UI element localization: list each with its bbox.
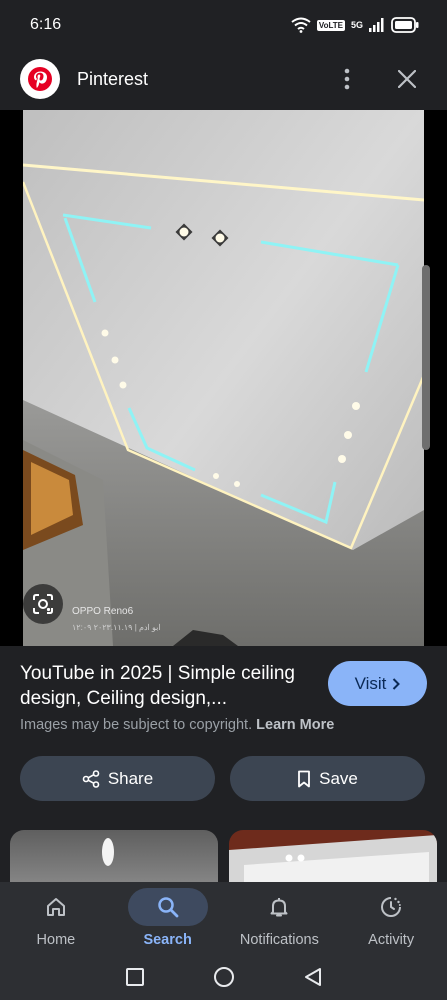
back-icon[interactable] bbox=[303, 967, 323, 987]
system-nav bbox=[0, 954, 447, 1000]
home-icon bbox=[46, 898, 65, 916]
header: Pinterest bbox=[0, 50, 447, 108]
visit-label: Visit bbox=[354, 673, 387, 693]
image-watermark-sub: ابو ادم | ٢٠٢٣.١١.١٩ ١٢:٠٩ bbox=[72, 623, 161, 632]
image-viewer bbox=[0, 110, 447, 646]
nav-home-label: Home bbox=[36, 932, 76, 948]
recents-icon[interactable] bbox=[125, 967, 145, 987]
status-icons: VoLTE 5G bbox=[291, 17, 419, 33]
related-image-1[interactable] bbox=[10, 830, 218, 890]
volte-badge: VoLTE bbox=[316, 19, 345, 31]
nav-home-pill bbox=[16, 888, 96, 926]
chevron-right-icon bbox=[393, 677, 401, 690]
header-title: Pinterest bbox=[77, 68, 149, 89]
copyright-text: Images may be subject to copyright. bbox=[20, 717, 253, 733]
lens-icon bbox=[33, 594, 53, 614]
home-circle-icon[interactable] bbox=[213, 966, 235, 988]
close-icon bbox=[398, 70, 416, 88]
ceiling-photo bbox=[23, 110, 424, 646]
more-vert-icon bbox=[344, 68, 350, 90]
battery-icon bbox=[391, 17, 419, 33]
pin-image[interactable] bbox=[23, 110, 424, 646]
share-button[interactable]: Share bbox=[20, 756, 215, 801]
image-watermark: OPPO Reno6 bbox=[72, 606, 134, 617]
save-button[interactable]: Save bbox=[230, 756, 425, 801]
copyright-notice: Images may be subject to copyright. Lear… bbox=[20, 717, 334, 733]
status-time: 6:16 bbox=[30, 16, 62, 33]
related-image-2-photo bbox=[229, 835, 437, 890]
nav-notifications[interactable]: Notifications bbox=[224, 882, 336, 954]
nav-activity-pill bbox=[351, 888, 431, 926]
nav-activity-label: Activity bbox=[368, 932, 415, 948]
nav-search[interactable]: Search bbox=[112, 882, 224, 954]
bookmark-icon bbox=[298, 770, 311, 787]
pinterest-icon bbox=[28, 67, 52, 91]
status-bar: 6:16 VoLTE 5G bbox=[0, 0, 447, 50]
bell-icon bbox=[270, 898, 288, 917]
nav-search-label: Search bbox=[143, 932, 192, 948]
result-title[interactable]: YouTube in 2025 | Simple ceiling design,… bbox=[20, 661, 315, 711]
scrollbar[interactable] bbox=[422, 265, 430, 450]
related-image-2[interactable] bbox=[229, 830, 437, 890]
close-button[interactable] bbox=[387, 59, 427, 99]
save-label: Save bbox=[319, 768, 358, 788]
related-image-1-photo bbox=[102, 838, 114, 866]
nav-notifications-pill bbox=[239, 888, 319, 926]
nav-activity[interactable]: Activity bbox=[335, 882, 447, 954]
network-type: 5G bbox=[350, 20, 363, 30]
share-label: Share bbox=[107, 768, 154, 788]
visit-button[interactable]: Visit bbox=[328, 661, 427, 706]
search-icon bbox=[157, 897, 179, 918]
pinterest-logo[interactable] bbox=[20, 59, 60, 99]
wifi-icon bbox=[291, 17, 311, 33]
bottom-nav: Home Search Notifications Activity bbox=[0, 882, 447, 954]
nav-home[interactable]: Home bbox=[0, 882, 112, 954]
signal-icon bbox=[369, 18, 384, 32]
visual-search-button[interactable] bbox=[23, 584, 63, 624]
share-icon bbox=[82, 769, 100, 788]
nav-search-pill bbox=[127, 888, 208, 926]
more-options-button[interactable] bbox=[327, 59, 367, 99]
activity-icon bbox=[381, 897, 402, 917]
learn-more-link[interactable]: Learn More bbox=[256, 717, 334, 733]
nav-notifications-label: Notifications bbox=[239, 932, 319, 948]
